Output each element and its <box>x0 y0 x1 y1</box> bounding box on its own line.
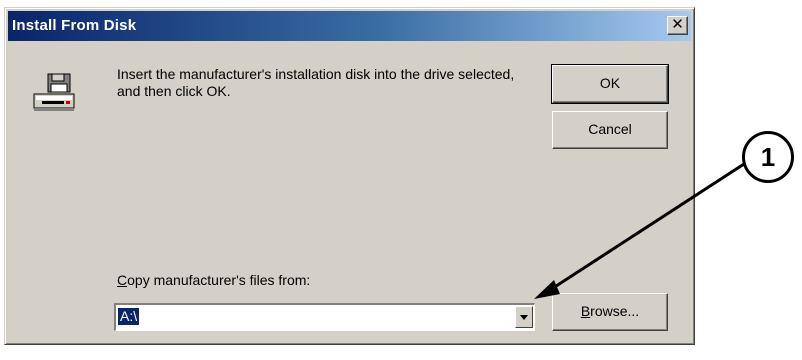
copy-from-label-rest: opy manufacturer's files from: <box>127 272 311 288</box>
cancel-button[interactable]: Cancel <box>552 111 668 149</box>
copy-from-label: Copy manufacturer's files from: <box>117 272 310 288</box>
browse-label-rest: rowse... <box>590 303 640 319</box>
floppy-drive-icon <box>33 73 75 111</box>
copy-from-combobox[interactable]: A:\ <box>114 303 535 331</box>
close-button[interactable]: ✕ <box>667 16 688 35</box>
dropdown-arrow-icon[interactable] <box>515 306 533 328</box>
copy-from-value[interactable]: A:\ <box>118 308 140 325</box>
ok-button[interactable]: OK <box>551 64 669 104</box>
instruction-text: Insert the manufacturer's installation d… <box>117 66 515 99</box>
callout-number: 1 <box>742 131 794 183</box>
callout-arrow <box>534 162 745 299</box>
title-bar: Install From Disk ✕ <box>8 11 691 41</box>
window-title: Install From Disk <box>12 17 137 34</box>
browse-accesskey: B <box>580 303 591 319</box>
copy-from-label-accesskey: C <box>117 272 128 288</box>
